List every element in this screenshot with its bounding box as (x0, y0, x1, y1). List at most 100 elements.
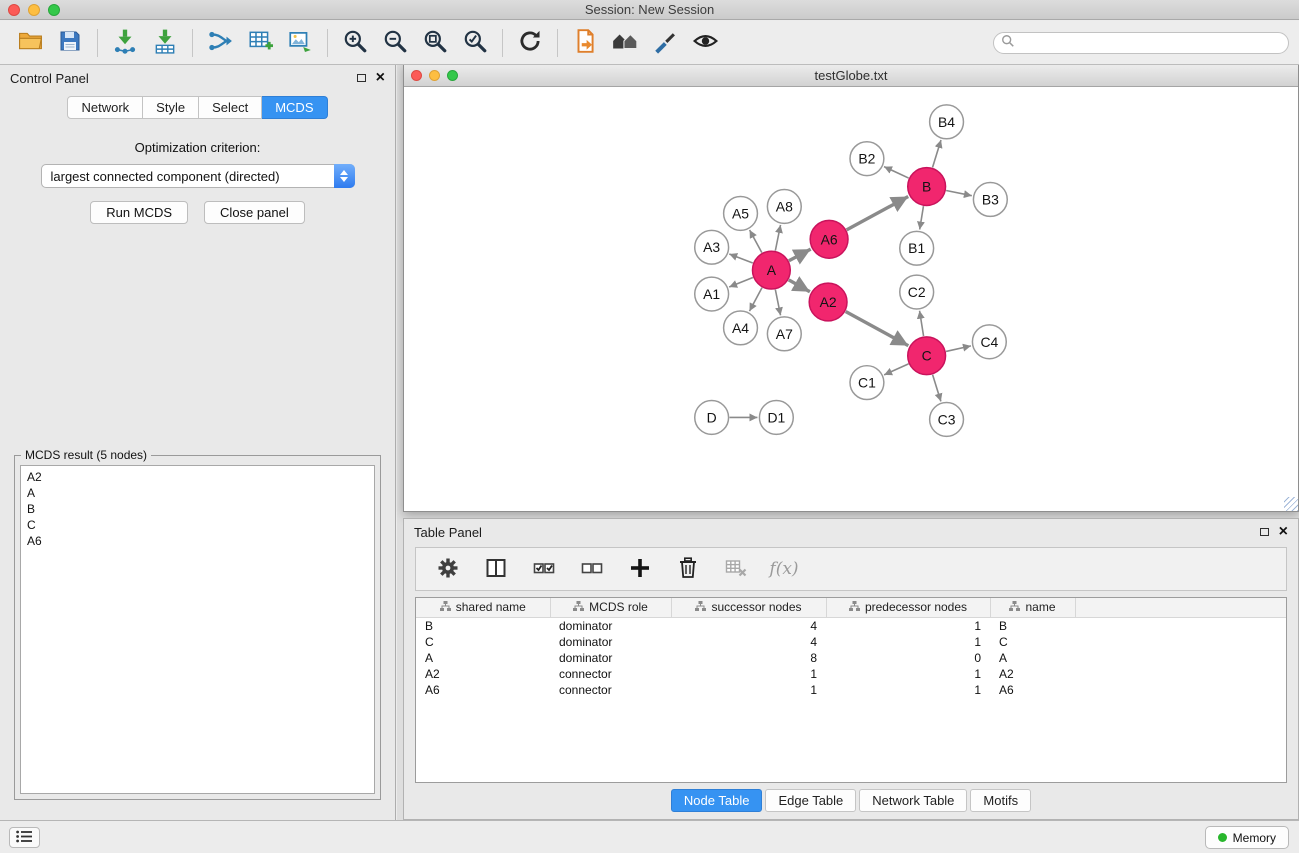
column-header-successor-nodes[interactable]: successor nodes (671, 598, 826, 617)
new-network-button[interactable] (200, 25, 240, 61)
close-panel-icon[interactable]: × (376, 72, 385, 84)
edge-A2-C[interactable] (846, 312, 909, 346)
node-C[interactable]: C (908, 337, 946, 375)
node-D1[interactable]: D1 (759, 401, 793, 435)
node-table-container[interactable]: shared nameMCDS rolesuccessor nodesprede… (415, 597, 1287, 783)
result-item[interactable]: A2 (27, 469, 368, 485)
resize-handle-icon[interactable] (1284, 497, 1298, 511)
delete-column-button[interactable] (674, 554, 702, 584)
node-C4[interactable]: C4 (972, 325, 1006, 359)
zoom-out-button[interactable] (375, 25, 415, 61)
search-input[interactable] (1015, 35, 1281, 51)
tab-style[interactable]: Style (143, 96, 199, 119)
close-panel-button[interactable]: Close panel (204, 201, 305, 224)
node-D[interactable]: D (695, 401, 729, 435)
node-B3[interactable]: B3 (973, 183, 1007, 217)
column-header-predecessor-nodes[interactable]: predecessor nodes (826, 598, 990, 617)
zoom-in-button[interactable] (335, 25, 375, 61)
tab-network[interactable]: Network (67, 96, 143, 119)
table-row[interactable]: A2connector11A2 (416, 666, 1286, 682)
edge-B-B4[interactable] (933, 140, 941, 168)
node-B1[interactable]: B1 (900, 231, 934, 265)
tab-select[interactable]: Select (199, 96, 262, 119)
edge-A-A2[interactable] (789, 280, 810, 292)
select-all-button[interactable] (530, 554, 558, 584)
tab-node-table[interactable]: Node Table (671, 789, 763, 812)
node-A4[interactable]: A4 (724, 311, 758, 345)
network-window-titlebar[interactable]: testGlobe.txt (404, 65, 1298, 87)
home-button[interactable] (605, 25, 645, 61)
search-field[interactable] (993, 32, 1289, 54)
node-C3[interactable]: C3 (930, 403, 964, 437)
edge-C-C3[interactable] (933, 375, 941, 402)
node-C1[interactable]: C1 (850, 366, 884, 400)
add-column-button[interactable] (626, 554, 654, 584)
tab-network-table[interactable]: Network Table (859, 789, 967, 812)
network-graph[interactable]: B4 B2 B B3 A5 A8 A6 A3 B1 A C2 A1 A2 A4 A7 C4 C C1 C3 D D1 (404, 88, 1298, 511)
show-graphics-button[interactable] (685, 25, 725, 61)
edge-A-A4[interactable] (749, 288, 762, 311)
tab-mcds[interactable]: MCDS (262, 96, 327, 119)
task-history-button[interactable] (9, 827, 40, 848)
table-settings-button[interactable] (434, 554, 462, 584)
annotation-button[interactable] (565, 25, 605, 61)
edge-A-A6[interactable] (789, 249, 811, 261)
edge-A6-B[interactable] (847, 196, 909, 229)
table-row[interactable]: A6connector11A6 (416, 682, 1286, 698)
edge-A-A8[interactable] (775, 225, 780, 251)
optimization-criterion-dropdown[interactable]: largest connected component (directed) (41, 164, 355, 188)
zoom-selected-button[interactable] (455, 25, 495, 61)
edge-B-B2[interactable] (884, 167, 909, 178)
edge-A-A5[interactable] (750, 230, 762, 253)
zoom-fit-button[interactable] (415, 25, 455, 61)
edge-C-C2[interactable] (920, 311, 924, 336)
result-item[interactable]: A6 (27, 533, 368, 549)
result-item[interactable]: A (27, 485, 368, 501)
node-A5[interactable]: A5 (724, 196, 758, 230)
float-table-panel-icon[interactable] (1260, 528, 1269, 536)
import-table-button[interactable] (145, 25, 185, 61)
edge-C-C4[interactable] (946, 346, 971, 352)
tab-motifs[interactable]: Motifs (970, 789, 1031, 812)
column-header-mcds-role[interactable]: MCDS role (550, 598, 671, 617)
result-item[interactable]: C (27, 517, 368, 533)
edge-C-C1[interactable] (884, 364, 908, 375)
refresh-button[interactable] (510, 25, 550, 61)
delete-table-button[interactable] (722, 554, 750, 584)
node-A7[interactable]: A7 (767, 317, 801, 351)
float-panel-icon[interactable] (357, 74, 366, 82)
function-builder-button[interactable]: f(x) (770, 554, 798, 584)
deselect-all-button[interactable] (578, 554, 606, 584)
node-A6[interactable]: A6 (810, 220, 848, 258)
import-network-button[interactable] (105, 25, 145, 61)
new-table-button[interactable] (240, 25, 280, 61)
tab-edge-table[interactable]: Edge Table (765, 789, 856, 812)
edge-A-A1[interactable] (729, 278, 753, 287)
edge-B-B1[interactable] (920, 206, 924, 229)
open-session-button[interactable] (10, 25, 50, 61)
result-list[interactable]: A2ABCA6 (20, 465, 375, 794)
edge-A-A3[interactable] (729, 254, 752, 263)
node-A3[interactable]: A3 (695, 230, 729, 264)
style-button[interactable] (645, 25, 685, 61)
show-columns-button[interactable] (482, 554, 510, 584)
node-A[interactable]: A (752, 251, 790, 289)
save-session-button[interactable] (50, 25, 90, 61)
column-header-shared-name[interactable]: shared name (416, 598, 550, 617)
table-row[interactable]: Cdominator41C (416, 634, 1286, 650)
node-B4[interactable]: B4 (930, 105, 964, 139)
node-B2[interactable]: B2 (850, 142, 884, 176)
close-table-panel-icon[interactable]: × (1279, 526, 1288, 538)
run-mcds-button[interactable]: Run MCDS (90, 201, 188, 224)
result-item[interactable]: B (27, 501, 368, 517)
edge-B-B3[interactable] (946, 191, 972, 196)
node-A1[interactable]: A1 (695, 277, 729, 311)
memory-button[interactable]: Memory (1205, 826, 1289, 849)
node-B[interactable]: B (908, 168, 946, 206)
column-header-name[interactable]: name (990, 598, 1075, 617)
node-C2[interactable]: C2 (900, 275, 934, 309)
edge-A-A7[interactable] (775, 290, 780, 316)
network-canvas[interactable]: B4 B2 B B3 A5 A8 A6 A3 B1 A C2 A1 A2 A4 A7 C4 C C1 C3 D D1 (404, 88, 1298, 511)
node-A2[interactable]: A2 (809, 283, 847, 321)
node-A8[interactable]: A8 (767, 190, 801, 224)
